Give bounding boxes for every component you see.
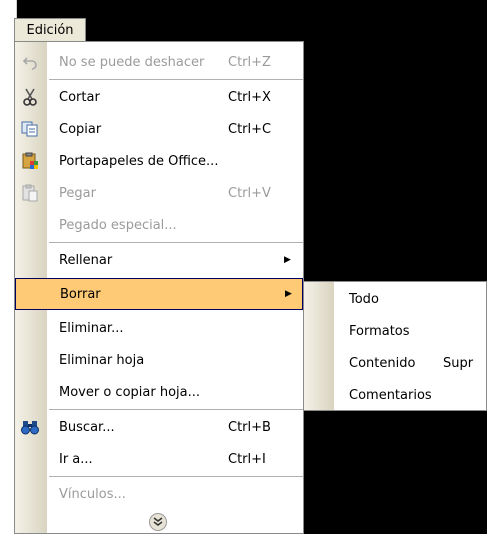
menu-separator [49,79,303,80]
menu-expand-button[interactable] [14,512,302,532]
menu-item-shortcut: Ctrl+B [228,419,271,435]
menu-item-office-clipboard[interactable]: Portapapeles de Office... [15,145,303,177]
edit-dropdown-menu: No se puede deshacer Ctrl+Z Cortar Ctrl+… [14,41,304,534]
menu-item-move-copy-sheet[interactable]: Mover o copiar hoja... [15,376,303,408]
menu-item-shortcut: Ctrl+I [228,451,266,467]
submenu-item-comments[interactable]: Comentarios [304,379,486,411]
undo-icon [17,50,43,74]
menu-item-label: No se puede deshacer [59,54,205,70]
menu-item-paste[interactable]: Pegar Ctrl+V [15,177,303,209]
menu-edicion[interactable]: Edición [14,18,86,42]
menu-item-paste-special[interactable]: Pegado especial... [15,209,303,241]
menu-item-copy[interactable]: Copiar Ctrl+C [15,113,303,145]
menu-item-label: Portapapeles de Office... [59,153,219,169]
menu-item-undo[interactable]: No se puede deshacer Ctrl+Z [15,46,303,78]
menu-item-label: Mover o copiar hoja... [59,384,201,400]
submenu-item-label: Formatos [349,323,410,339]
menu-item-label: Ir a... [59,451,93,467]
copy-icon [17,117,43,141]
menu-item-label: Eliminar... [59,320,124,336]
menu-item-delete-sheet[interactable]: Eliminar hoja [15,344,303,376]
submenu-item-label: Todo [349,291,379,307]
menu-edicion-label: Edición [26,23,74,38]
submenu-item-all[interactable]: Todo [304,283,486,315]
submenu-item-label: Comentarios [349,387,432,403]
menu-item-clear[interactable]: Borrar ▶ [15,278,303,310]
office-clipboard-icon [17,149,43,173]
submenu-item-formats[interactable]: Formatos [304,315,486,347]
chevron-double-down-icon [149,513,167,531]
menu-item-label: Pegado especial... [59,217,177,233]
paste-icon [17,181,43,205]
menu-item-label: Pegar [59,185,96,201]
menu-item-label: Eliminar hoja [59,352,145,368]
submenu-item-shortcut: Supr [443,355,474,371]
menu-item-label: Cortar [59,89,100,105]
menu-item-links[interactable]: Vínculos... [15,478,303,510]
clear-submenu: Todo Formatos Contenido Supr Comentarios [303,281,487,411]
submenu-arrow-icon: ▶ [285,289,292,299]
menu-item-go-to[interactable]: Ir a... Ctrl+I [15,443,303,475]
submenu-item-label: Contenido [349,355,416,371]
menu-item-delete[interactable]: Eliminar... [15,312,303,344]
menu-item-shortcut: Ctrl+V [228,185,271,201]
scissors-icon [17,85,43,109]
menu-separator [49,476,303,477]
menu-item-label: Borrar [60,286,101,302]
menu-item-find[interactable]: Buscar... Ctrl+B [15,411,303,443]
menu-separator [49,242,303,243]
menu-item-cut[interactable]: Cortar Ctrl+X [15,81,303,113]
submenu-arrow-icon: ▶ [284,255,291,265]
menu-item-label: Vínculos... [59,486,126,502]
menu-item-shortcut: Ctrl+X [228,89,271,105]
menu-item-label: Rellenar [59,252,113,268]
menu-separator [49,409,303,410]
menu-item-label: Copiar [59,121,102,137]
menu-item-shortcut: Ctrl+C [228,121,272,137]
menu-item-label: Buscar... [59,419,115,435]
menu-item-fill[interactable]: Rellenar ▶ [15,244,303,276]
binoculars-icon [17,415,43,439]
menu-item-shortcut: Ctrl+Z [228,54,271,70]
submenu-item-contents[interactable]: Contenido Supr [304,347,486,379]
